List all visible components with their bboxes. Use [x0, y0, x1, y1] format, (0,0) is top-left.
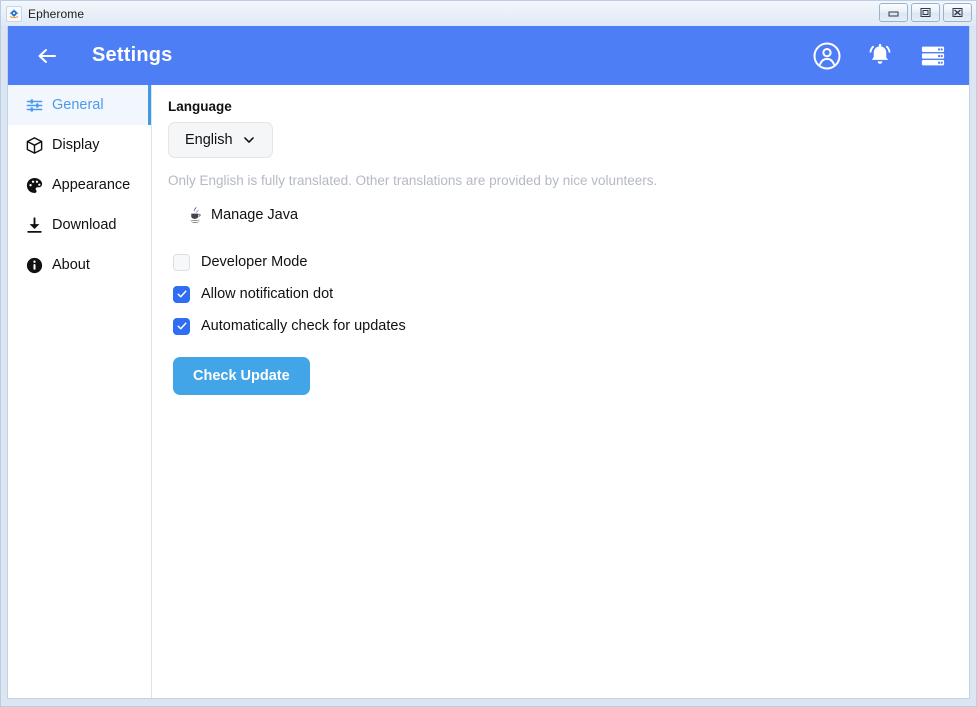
app-logo-icon [6, 5, 22, 22]
check-update-button[interactable]: Check Update [173, 357, 310, 395]
sidebar-item-label: Download [52, 217, 117, 233]
app-header: Settings [8, 26, 969, 85]
checkbox-label: Allow notification dot [201, 286, 334, 302]
language-select-value: English [185, 132, 233, 148]
sidebar-item-label: Display [52, 137, 100, 153]
manage-java-label: Manage Java [211, 207, 299, 223]
java-cup-icon [190, 206, 201, 223]
checkbox-row-allow-notification-dot[interactable]: Allow notification dot [168, 278, 969, 310]
header-actions [811, 40, 949, 72]
info-circle-icon [24, 255, 45, 276]
checkbox-row-developer-mode[interactable]: Developer Mode [168, 246, 969, 278]
app-body: Settings General Display Appearance Down… [7, 26, 970, 699]
sidebar-item-general[interactable]: General [8, 85, 151, 125]
language-select[interactable]: English [168, 122, 273, 158]
minimize-button[interactable] [879, 3, 908, 22]
account-circle-icon [813, 42, 841, 69]
cube-icon [24, 135, 45, 156]
window-title: Epherome [28, 6, 85, 21]
close-button[interactable] [943, 3, 972, 22]
checkbox-unchecked-icon[interactable] [173, 253, 190, 271]
palette-icon [24, 175, 45, 196]
checkbox-row-auto-check-updates[interactable]: Automatically check for updates [168, 310, 969, 342]
minimize-icon [888, 11, 899, 17]
download-icon [24, 215, 45, 236]
checkbox-label: Automatically check for updates [201, 318, 406, 334]
sidebar-item-label: About [52, 257, 90, 273]
settings-checkbox-list: Developer Mode Allow notification dot Au… [168, 246, 969, 342]
sidebar-item-about[interactable]: About [8, 245, 151, 285]
checkbox-label: Developer Mode [201, 254, 308, 270]
app-window: Epherome Settings General Display Appear… [0, 0, 977, 707]
sidebar-item-appearance[interactable]: Appearance [8, 165, 151, 205]
back-button[interactable] [32, 41, 62, 71]
maximize-button[interactable] [911, 3, 940, 22]
manage-java-button[interactable]: Manage Java [186, 205, 298, 225]
checkbox-checked-icon[interactable] [173, 317, 190, 335]
language-label: Language [168, 99, 232, 114]
tune-sliders-icon [24, 95, 45, 116]
server-stack-icon [921, 46, 945, 65]
account-button[interactable] [811, 40, 843, 72]
sidebar-item-label: General [52, 97, 104, 113]
check-icon [177, 290, 186, 298]
sidebar: General Display Appearance Download Abou… [8, 85, 152, 698]
page-title: Settings [92, 44, 173, 66]
content-area: General Display Appearance Download Abou… [8, 85, 969, 698]
close-icon [952, 8, 963, 17]
checkbox-checked-icon[interactable] [173, 285, 190, 303]
window-controls [879, 3, 972, 22]
app-logo-glyph [9, 9, 19, 18]
language-hint: Only English is fully translated. Other … [168, 173, 658, 188]
notifications-button[interactable] [864, 40, 896, 72]
sidebar-item-display[interactable]: Display [8, 125, 151, 165]
servers-button[interactable] [917, 40, 949, 72]
settings-panel: Language English Only English is fully t… [152, 85, 969, 698]
check-icon [177, 322, 186, 330]
sidebar-item-download[interactable]: Download [8, 205, 151, 245]
sidebar-item-label: Appearance [52, 177, 131, 193]
arrow-left-icon [38, 48, 56, 63]
title-bar: Epherome [1, 1, 976, 26]
chevron-down-icon [243, 137, 254, 143]
bell-ring-icon [869, 43, 891, 64]
maximize-icon [920, 8, 931, 17]
